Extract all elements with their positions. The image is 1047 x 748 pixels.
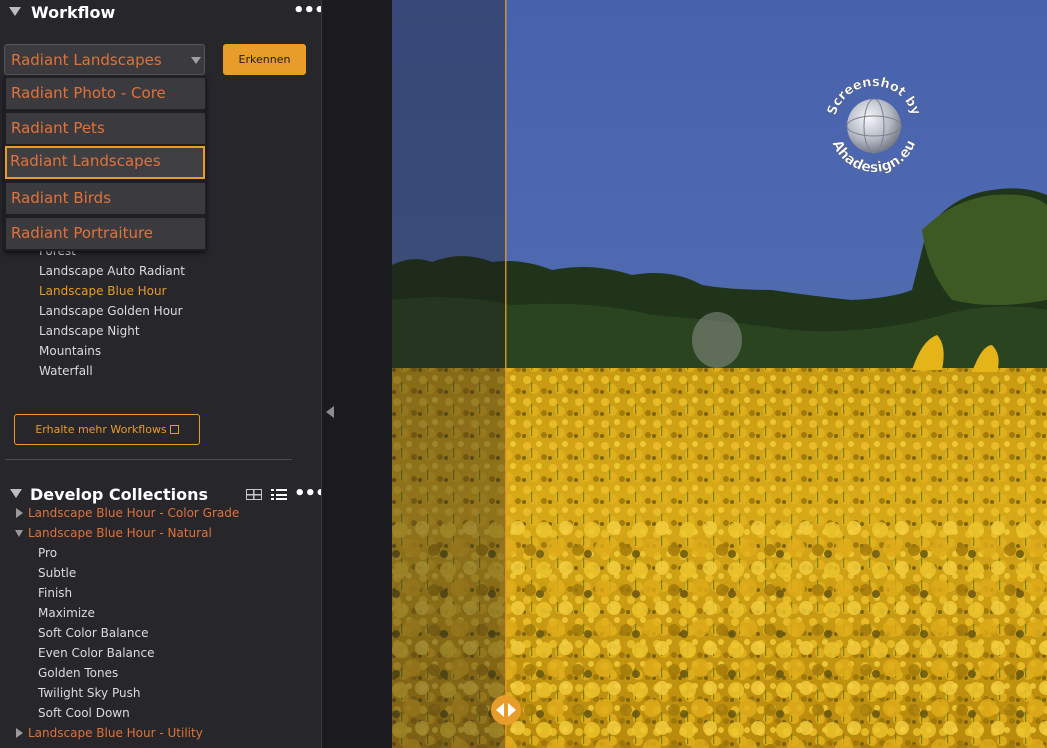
chevron-down-icon <box>191 57 201 64</box>
collection-group-expanded[interactable]: Landscape Blue Hour - Natural <box>28 526 212 540</box>
screenshot-watermark: Screenshot by Ahadesign.eu <box>825 75 924 176</box>
menu-item-radiant-pets[interactable]: Radiant Pets <box>6 113 205 144</box>
preset-item[interactable]: Soft Cool Down <box>38 706 130 720</box>
menu-item-radiant-portraiture[interactable]: Radiant Portraiture <box>6 218 205 249</box>
preset-item[interactable]: Pro <box>38 546 57 560</box>
detect-button[interactable]: Erkennen <box>223 44 306 75</box>
collection-group[interactable]: Landscape Blue Hour - Color Grade <box>28 506 239 520</box>
rapeseed-field-image <box>392 0 1047 748</box>
workflow-select-value: Radiant Landscapes <box>11 51 162 69</box>
preset-item[interactable]: Finish <box>38 586 72 600</box>
section-divider <box>5 459 292 460</box>
collection-group[interactable]: Landscape Blue Hour - Utility <box>28 726 203 740</box>
workflow-item[interactable]: Landscape Golden Hour <box>39 304 183 318</box>
workflow-collapse-icon[interactable] <box>9 7 21 16</box>
workflow-item[interactable]: Mountains <box>39 344 101 358</box>
grid-view-icon[interactable] <box>246 489 262 500</box>
workflow-item[interactable]: Landscape Auto Radiant <box>39 264 185 278</box>
expand-right-icon[interactable] <box>16 508 23 518</box>
photo-preview[interactable] <box>392 0 1047 748</box>
menu-item-radiant-photo-core[interactable]: Radiant Photo - Core <box>6 78 205 109</box>
get-more-workflows-label: Erhalte mehr Workflows <box>35 423 167 436</box>
menu-item-radiant-birds[interactable]: Radiant Birds <box>6 183 205 214</box>
menu-item-radiant-landscapes[interactable]: Radiant Landscapes <box>5 146 205 179</box>
preset-item[interactable]: Subtle <box>38 566 76 580</box>
list-view-icon[interactable] <box>271 489 287 500</box>
preset-item[interactable]: Even Color Balance <box>38 646 155 660</box>
preset-item[interactable]: Twilight Sky Push <box>38 686 140 700</box>
preset-item[interactable]: Golden Tones <box>38 666 118 680</box>
collapse-left-icon[interactable] <box>326 406 334 418</box>
collections-collapse-icon[interactable] <box>10 489 22 498</box>
preset-item[interactable]: Soft Color Balance <box>38 626 149 640</box>
workflow-title: Workflow <box>31 3 116 22</box>
expand-down-icon[interactable] <box>15 530 23 537</box>
external-link-icon <box>169 425 179 434</box>
preset-item[interactable]: Maximize <box>38 606 95 620</box>
panel-gutter <box>322 0 392 748</box>
collections-more-dots-icon[interactable]: ••• <box>294 485 321 503</box>
workflow-item[interactable]: Landscape Night <box>39 324 140 338</box>
compare-slider-icon[interactable] <box>490 694 522 726</box>
workflow-dropdown-menu: Radiant Photo - Core Radiant Pets Radian… <box>4 76 206 251</box>
left-panel: Workflow ••• Radiant Landscapes Erkennen… <box>0 0 322 748</box>
workflow-item[interactable]: Waterfall <box>39 364 93 378</box>
collections-title: Develop Collections <box>30 485 208 504</box>
expand-right-icon[interactable] <box>16 728 23 738</box>
workflow-item-selected[interactable]: Landscape Blue Hour <box>39 284 167 298</box>
get-more-workflows-button[interactable]: Erhalte mehr Workflows <box>14 414 200 445</box>
workflow-more-dots-icon[interactable]: ••• <box>293 2 321 20</box>
workflow-select[interactable]: Radiant Landscapes <box>4 44 205 75</box>
